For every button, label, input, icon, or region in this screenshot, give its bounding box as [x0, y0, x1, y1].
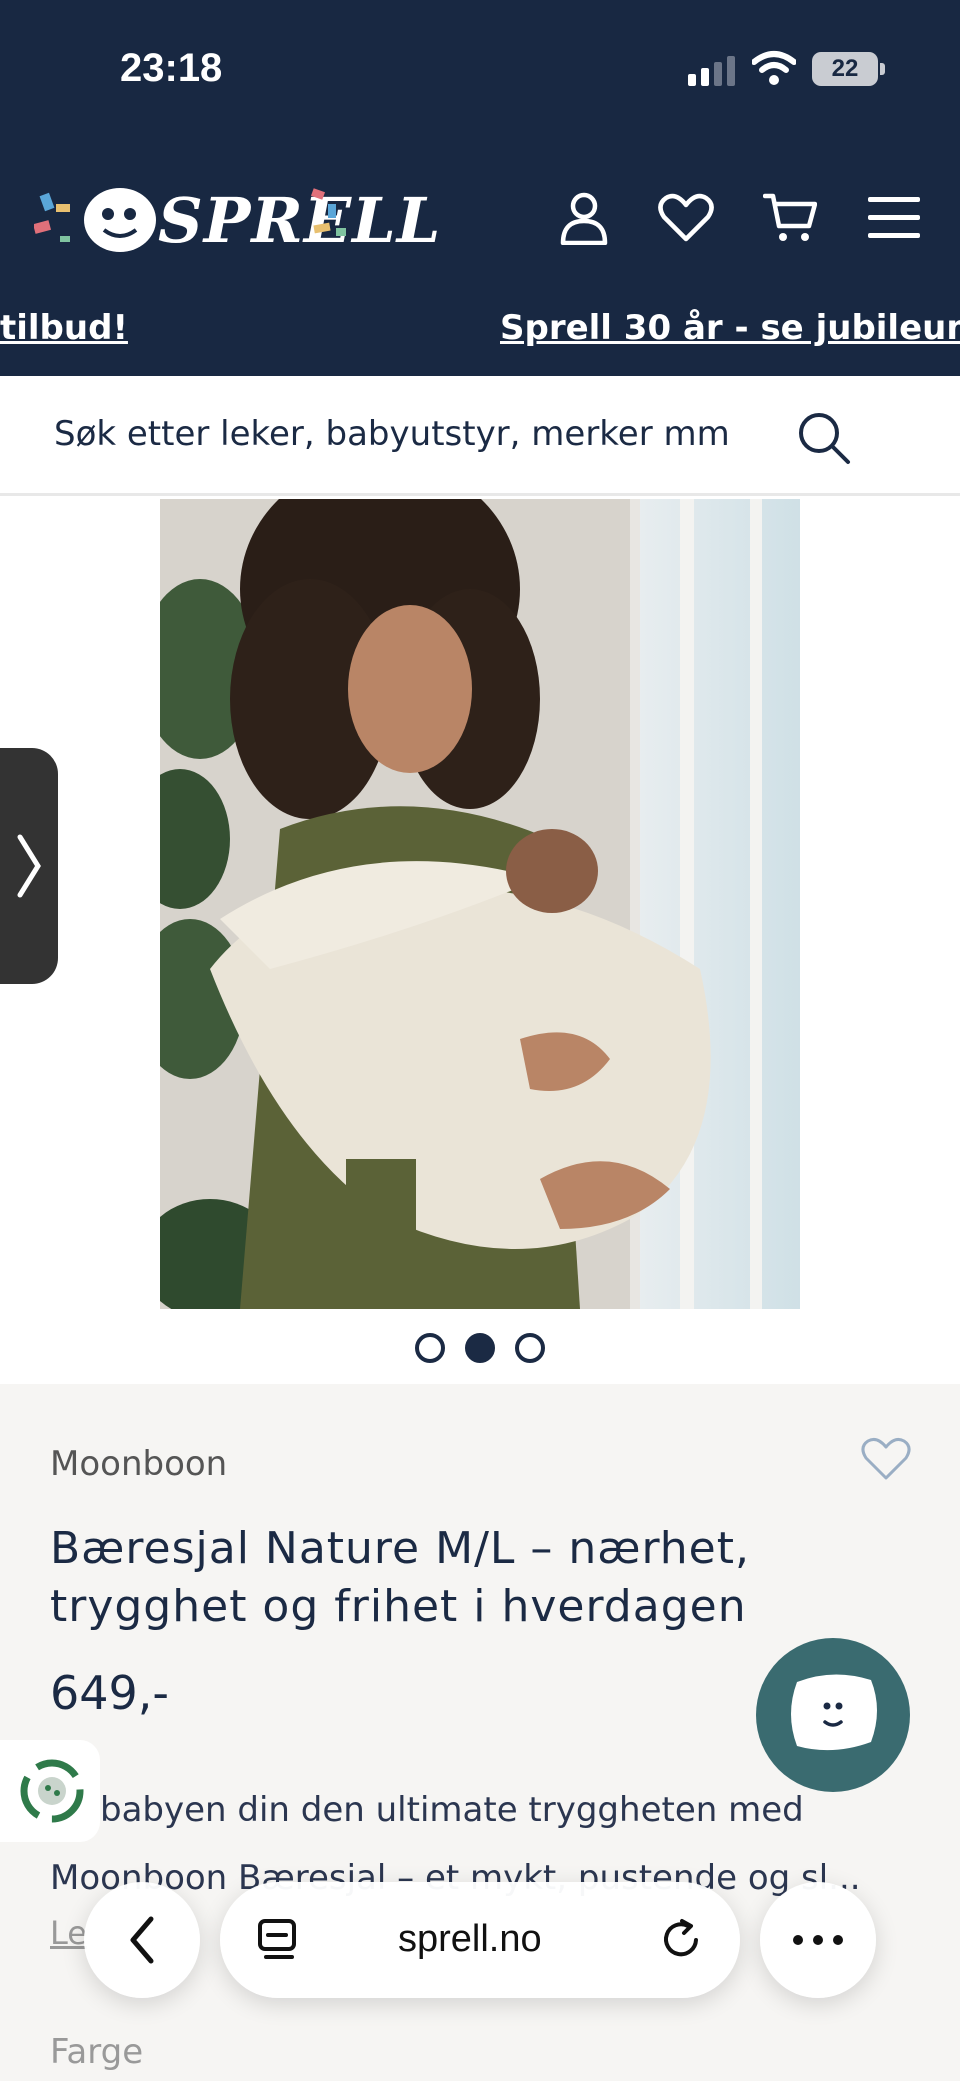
heart-icon	[658, 193, 714, 242]
wishlist-button[interactable]	[656, 188, 716, 248]
gallery-dot-2[interactable]	[465, 1333, 495, 1363]
smiley-face-icon	[84, 188, 156, 252]
browser-back-button[interactable]	[84, 1882, 200, 1998]
color-label: Farge	[50, 2032, 144, 2072]
account-button[interactable]	[554, 188, 614, 248]
read-more-link[interactable]: Le	[50, 1914, 87, 1952]
eco-badge[interactable]	[0, 1740, 100, 1842]
product-image[interactable]	[160, 499, 800, 1309]
side-panel-tab[interactable]	[0, 748, 58, 984]
reload-icon[interactable]	[658, 1917, 704, 1963]
search-icon[interactable]	[796, 410, 852, 466]
search-bar[interactable]: Søk etter leker, babyutstyr, merker mm	[0, 376, 960, 496]
wifi-icon	[752, 51, 796, 85]
battery-tip	[880, 63, 885, 75]
cellular-signal-icon	[688, 56, 735, 86]
chevron-right-icon	[17, 834, 41, 898]
chat-smiley-icon	[791, 1674, 877, 1751]
product-brand[interactable]: Moonboon	[50, 1444, 227, 1484]
battery-indicator: 22	[812, 52, 878, 86]
gallery-dot-1[interactable]	[415, 1333, 445, 1363]
cart-button[interactable]	[760, 188, 820, 248]
product-gallery	[0, 499, 960, 1384]
product-price: 649,-	[50, 1666, 170, 1720]
status-time: 23:18	[120, 46, 223, 90]
add-to-wishlist-heart-icon[interactable]	[860, 1436, 912, 1482]
search-input[interactable]: Søk etter leker, babyutstyr, merker mm	[54, 414, 730, 454]
more-dots-icon	[793, 1935, 843, 1945]
reader-tabs-icon	[258, 1919, 296, 1959]
browser-address-bar[interactable]: sprell.no	[220, 1882, 740, 1998]
status-bar: 23:18 22	[0, 0, 960, 140]
user-icon	[560, 192, 608, 245]
gallery-dot-3[interactable]	[515, 1333, 545, 1363]
cart-icon	[763, 193, 817, 241]
hamburger-menu-icon	[868, 197, 920, 238]
recycle-icon	[20, 1759, 84, 1823]
gallery-pagination	[415, 1333, 545, 1363]
site-header: SPRELL	[0, 140, 960, 292]
product-title: Bæresjal Nature M/L – nærhet, trygghet o…	[50, 1523, 750, 1632]
promo-banner: tilbud! Sprell 30 år - se jubileums	[0, 292, 960, 376]
chat-widget-button[interactable]	[756, 1638, 910, 1792]
url-text[interactable]: sprell.no	[398, 1918, 542, 1961]
banner-link-anniversary[interactable]: Sprell 30 år - se jubileums	[500, 308, 960, 348]
browser-more-button[interactable]	[760, 1882, 876, 1998]
sprell-logo[interactable]: SPRELL	[34, 176, 440, 262]
product-photo-illustration	[160, 499, 800, 1309]
chevron-left-icon	[130, 1916, 154, 1964]
banner-link-left[interactable]: tilbud!	[0, 308, 128, 348]
description-line-1: babyen din den ultimate tryggheten med	[100, 1790, 804, 1830]
confetti-right-icon	[310, 188, 346, 236]
menu-button[interactable]	[864, 188, 924, 248]
logo-wordmark: SPRELL	[158, 184, 442, 257]
